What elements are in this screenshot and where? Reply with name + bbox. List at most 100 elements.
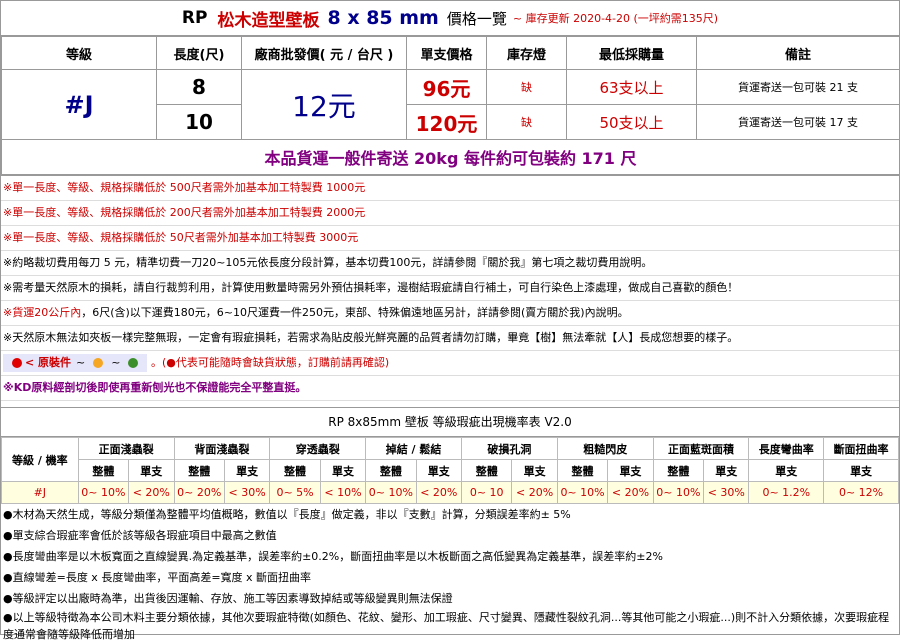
footnote: ●木材為天然生成，等級分類僅為整體平均值概略，數值以『長度』做定義，非以『支數』… [3, 508, 571, 521]
footnote: ●直線彎差=長度 x 長度彎曲率，平面高差=寬度 x 斷面扭曲率 [3, 571, 312, 584]
legend-swatch: < 原裝件 ~ ~ [3, 354, 148, 372]
defect-table: 等級 / 機率 正面淺蟲裂 背面淺蟲裂 穿透蟲裂 掉結 / 鬆結 破損孔洞 粗糙… [1, 437, 899, 504]
defect-grade-header: 等級 / 機率 [1, 437, 79, 482]
sub-whole: 整體 [77, 459, 130, 482]
wholesale-cell: 12元 [241, 69, 407, 140]
min-qty-cell: 50支以上 [566, 104, 697, 140]
defect-group: 背面淺蟲裂 [173, 437, 271, 460]
footnote: ●長度彎曲率是以木板寬面之直線變異.為定義基準，誤差率約±0.2%，斷面扭曲率是… [3, 550, 663, 563]
defect-value: < 30% [703, 481, 750, 504]
defect-group: 掉結 / 鬆結 [365, 437, 462, 460]
sub-single: 單支 [748, 459, 825, 482]
defect-value: 0~ 1.2% [748, 481, 825, 504]
sub-whole: 整體 [652, 459, 705, 482]
defect-value: < 10% [319, 481, 367, 504]
footnote: ●以上等級特徵為本公司木料主要分類依據，其他次要瑕疵特徵(如顏色、花紋、變形、加… [3, 611, 890, 641]
title-list: 價格一覽 [446, 9, 507, 28]
defect-value: 0~ 10% [365, 481, 417, 504]
defect-value: 0~ 10 [460, 481, 513, 504]
sub-whole: 整體 [460, 459, 513, 482]
stock-legend: < 原裝件 ~ ~ 。(●代表可能隨時會缺貨狀態，訂購前請再確認) [1, 351, 899, 376]
defect-group: 正面藍斑面積 [652, 437, 750, 460]
footnote: ●等級評定以出廠時為準，出貨後因運輸、存放、施工等因素導致掉結或等級變異則無法保… [3, 592, 453, 605]
note-line: ※天然原木無法如夾板一樣完整無瑕，一定會有瑕疵損耗，若需求為貼皮般光鮮亮麗的品質… [1, 326, 899, 351]
defect-value: 0~ 5% [269, 481, 321, 504]
min-qty-cell: 63支以上 [566, 69, 697, 105]
grade-cell: #J [1, 69, 157, 140]
note-line: ※單一長度、等級、規格採購低於 200尺者需外加基本加工特製費 2000元 [1, 201, 899, 226]
remark-cell: 貨運寄送一包可裝 21 支 [696, 69, 900, 105]
page: RP 松木造型壁板 8 x 85 mm 價格一覽 ~ 庫存更新 2020-4-2… [0, 0, 900, 641]
defect-value: < 20% [128, 481, 175, 504]
unit-price-cell: 96元 [406, 69, 487, 105]
sub-single: 單支 [823, 459, 899, 482]
footnotes: ●木材為天然生成，等級分類僅為整體平均值概略，數值以『長度』做定義，非以『支數』… [1, 504, 899, 643]
sub-whole: 整體 [365, 459, 417, 482]
sub-whole: 整體 [269, 459, 321, 482]
note-line: ※單一長度、等級、規格採購低於 500尺者需外加基本加工特製費 1000元 [1, 176, 899, 201]
defect-grade: #J [1, 481, 79, 504]
legend-tilde: ~ [76, 356, 86, 369]
defect-group: 粗糙閃皮 [556, 437, 654, 460]
defect-group: 長度彎曲率 [748, 437, 825, 460]
sub-whole: 整體 [173, 459, 225, 482]
defect-sub-row: 整體 單支 整體 單支 整體 單支 整體 單支 整體 單支 整體 單支 整體 單支 單支 單支 [2, 459, 899, 482]
sub-single: 單支 [223, 459, 271, 482]
defect-table-title: RP 8x85mm 壁板 等級瑕疵出現機率表 V2.0 [1, 407, 899, 437]
footnote: ●單支綜合瑕疵率會低於該等級各瑕疵項目中最高之數值 [3, 529, 277, 542]
shipping-note: 本品貨運一般件寄送 20kg 每件約可包裝約 171 尺 [1, 139, 900, 175]
legend-note: 。(●代表可能隨時會缺貨狀態，訂購前請再確認) [150, 356, 390, 369]
defect-value: 0~ 20% [173, 481, 225, 504]
header-grade: 等級 [1, 36, 157, 70]
defect-value-row: #J 0~ 10% < 20% 0~ 20% < 30% 0~ 5% < 10%… [1, 481, 899, 504]
sub-single: 單支 [607, 459, 654, 482]
price-row: #J 8 12元 96元 缺 63支以上 貨運寄送一包可裝 21 支 [1, 69, 900, 140]
stock-cell: 缺 [486, 104, 567, 140]
red-dot-icon [12, 358, 22, 368]
defect-value: < 20% [511, 481, 558, 504]
defect-value: < 30% [223, 481, 271, 504]
defect-value: 0~ 10% [556, 481, 609, 504]
header-length: 長度(尺) [156, 36, 242, 70]
defect-value: < 20% [607, 481, 654, 504]
unit-price-cell: 120元 [406, 104, 487, 140]
note-line: ※需考量天然原木的損耗，請自行裁剪利用，計算使用數量時需另外預估損耗率，邊樹結瑕… [1, 276, 899, 301]
sub-single: 單支 [511, 459, 558, 482]
length-cell: 10 [156, 104, 242, 140]
legend-label: < 原裝件 [25, 356, 72, 369]
defect-group: 正面淺蟲裂 [77, 437, 175, 460]
sub-single: 單支 [415, 459, 462, 482]
kd-note: ※KD原料經剖切後即使再重新刨光也不保證能完全平整直挺。 [1, 376, 899, 401]
page-title: RP 松木造型壁板 8 x 85 mm 價格一覽 ~ 庫存更新 2020-4-2… [1, 1, 899, 36]
note-black-part: ，6尺(含)以下運費180元，6~10尺運費一件250元，東部、特殊偏遠地區另計… [81, 306, 629, 319]
defect-value: 0~ 10% [77, 481, 130, 504]
price-header-row: 等級 長度(尺) 廠商批發價( 元 / 台尺 ) 單支價格 庫存燈 最低採購量 … [1, 36, 900, 70]
defect-value: < 20% [415, 481, 462, 504]
notes-section: ※單一長度、等級、規格採購低於 500尺者需外加基本加工特製費 1000元 ※單… [1, 175, 899, 401]
title-stock-note: ~ 庫存更新 2020-4-20 (一坪約需135尺) [512, 12, 719, 25]
note-line: ※單一長度、等級、規格採購低於 50尺者需外加基本加工特製費 3000元 [1, 226, 899, 251]
defect-group: 破損孔洞 [460, 437, 558, 460]
defect-group: 斷面扭曲率 [823, 437, 899, 460]
remark-cell: 貨運寄送一包可裝 17 支 [696, 104, 900, 140]
sub-single: 單支 [703, 459, 750, 482]
defect-group-row: 等級 / 機率 正面淺蟲裂 背面淺蟲裂 穿透蟲裂 掉結 / 鬆結 破損孔洞 粗糙… [1, 437, 899, 482]
header-remark: 備註 [696, 36, 900, 70]
defect-group: 穿透蟲裂 [269, 437, 367, 460]
sub-single: 單支 [319, 459, 367, 482]
title-product: 松木造型壁板 [217, 10, 320, 31]
green-dot-icon [128, 358, 139, 368]
length-cell: 8 [156, 69, 242, 105]
header-unit-price: 單支價格 [406, 36, 487, 70]
defect-value: 0~ 10% [652, 481, 705, 504]
note-line: ※貨運20公斤內，6尺(含)以下運費180元，6~10尺運費一件250元，東部、… [1, 301, 899, 326]
title-size: 8 x 85 mm [327, 7, 439, 29]
note-red-part: ※貨運20公斤內 [3, 306, 82, 319]
price-table: 等級 長度(尺) 廠商批發價( 元 / 台尺 ) 單支價格 庫存燈 最低採購量 … [1, 36, 900, 175]
title-brand: RP [181, 8, 208, 28]
sub-whole: 整體 [556, 459, 609, 482]
header-stock: 庫存燈 [486, 36, 567, 70]
note-line: ※約略裁切費用每刀 5 元，精準切費一刀20~105元依長度分段計算，基本切費1… [1, 251, 899, 276]
orange-dot-icon [93, 358, 104, 368]
legend-tilde: ~ [111, 356, 121, 369]
